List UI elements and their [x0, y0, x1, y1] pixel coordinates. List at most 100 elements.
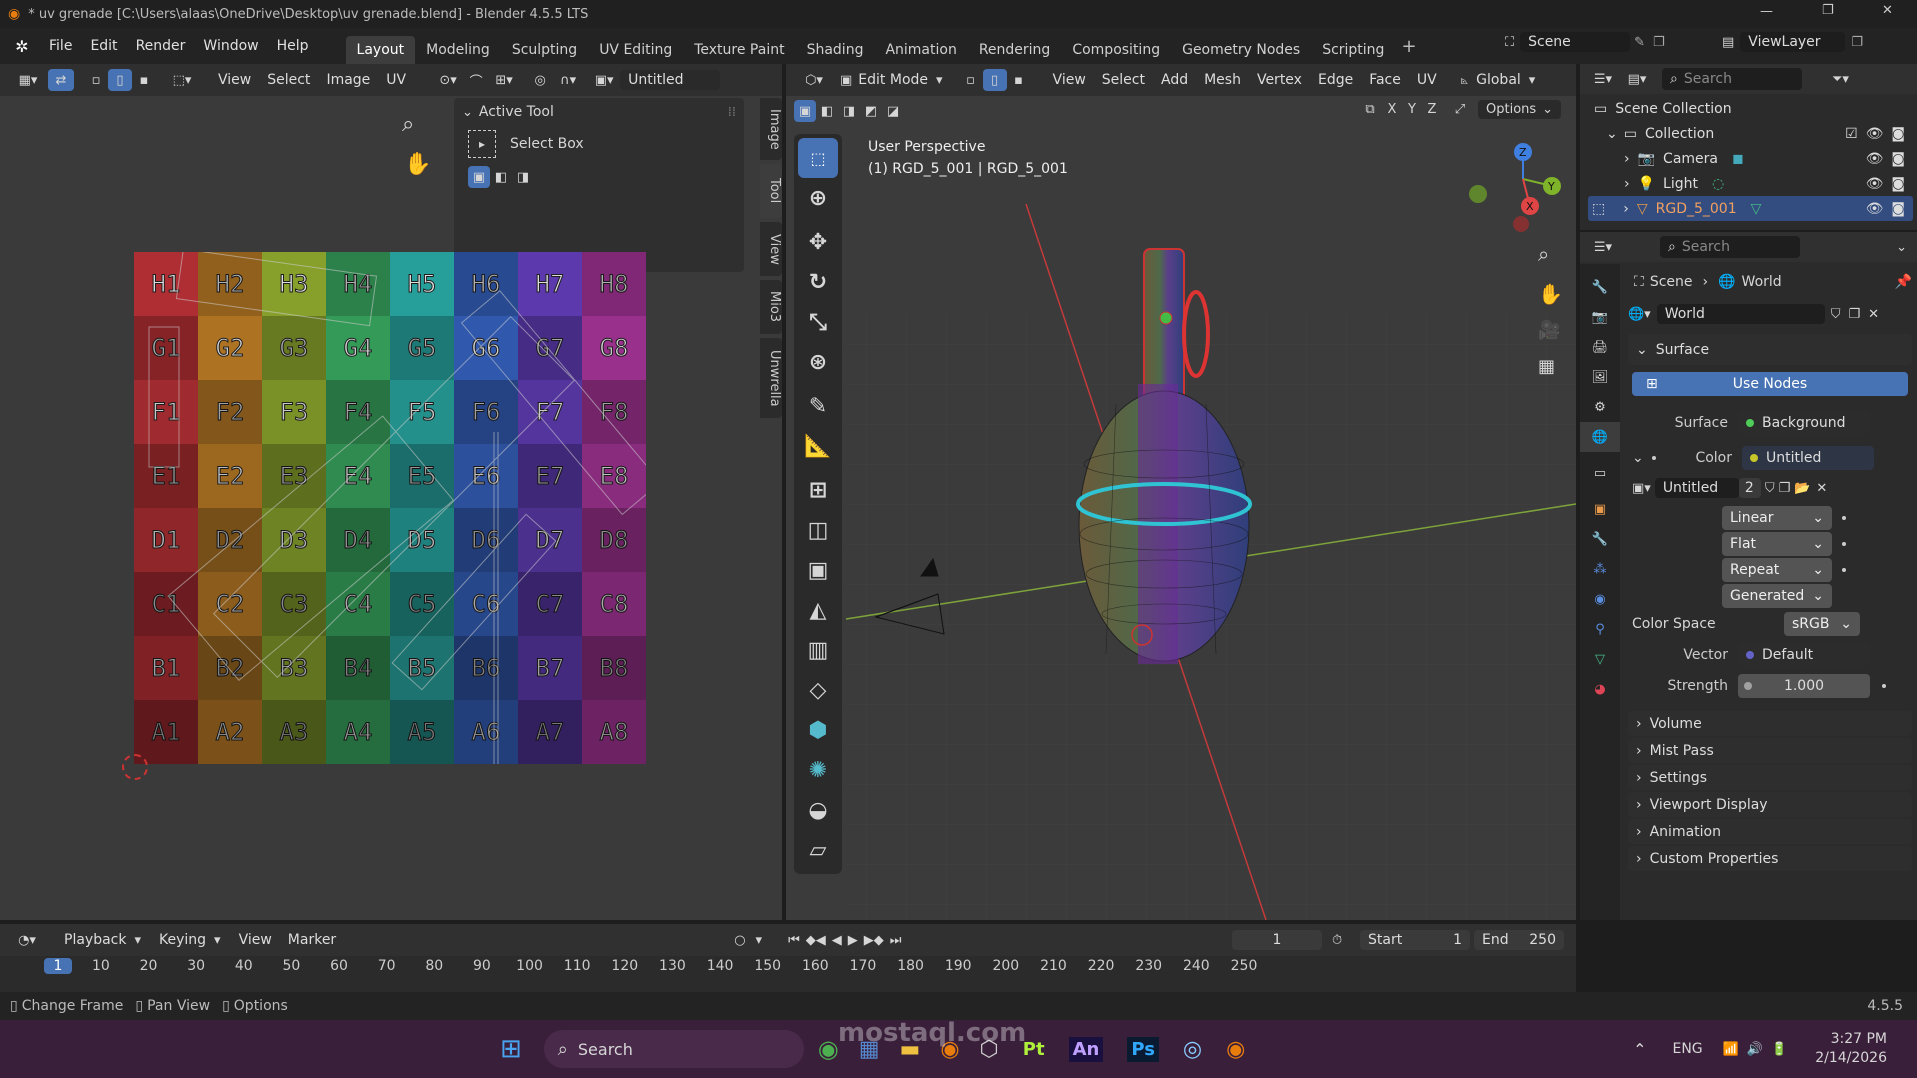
world-name-field[interactable]: World: [1656, 304, 1825, 324]
menu-render[interactable]: Render: [127, 38, 195, 54]
menu-edit[interactable]: Edit: [81, 38, 126, 54]
eye-icon[interactable]: 👁: [1866, 126, 1884, 142]
drag-handle-icon[interactable]: ⁞⁞: [728, 105, 736, 120]
pin-icon[interactable]: 📌: [1895, 274, 1912, 290]
display-mode-icon[interactable]: ▤▾: [1620, 72, 1654, 87]
add-workspace-icon[interactable]: +: [1401, 36, 1416, 57]
tab-view[interactable]: View: [760, 222, 782, 276]
chevron-down-icon[interactable]: ⌄: [462, 105, 473, 120]
pin-icon[interactable]: ✎: [1634, 35, 1645, 50]
object-tab-icon[interactable]: ▣: [1580, 494, 1620, 524]
strength-field[interactable]: 1.000: [1738, 673, 1870, 698]
menu-help[interactable]: Help: [268, 38, 318, 54]
photoshop-app-icon[interactable]: Ps: [1127, 1036, 1159, 1062]
timeline-menu-playback[interactable]: Playback: [56, 932, 134, 948]
menu-file[interactable]: File: [40, 38, 81, 54]
mode-subtract-icon[interactable]: ◨: [512, 170, 534, 185]
collection-tab-icon[interactable]: ▭: [1580, 458, 1620, 488]
marmoset-icon[interactable]: ◎: [1183, 1037, 1202, 1062]
timeline-menu-keying[interactable]: Keying: [151, 932, 214, 948]
volume-icon[interactable]: 🔊: [1747, 1042, 1763, 1057]
tool-tab-icon[interactable]: 🔧: [1580, 272, 1620, 302]
clock[interactable]: 3:27 PM 2/14/2026: [1815, 1030, 1887, 1068]
keyframe-dot-icon[interactable]: [1882, 683, 1886, 688]
end-frame-field[interactable]: End 250: [1474, 930, 1564, 950]
uv-islands-overlay[interactable]: [134, 252, 646, 764]
outliner-search-input[interactable]: Search: [1684, 71, 1732, 87]
tab-sculpting[interactable]: Sculpting: [501, 36, 588, 64]
chevron-right-icon[interactable]: ›: [1624, 151, 1630, 167]
uv-menu-select[interactable]: Select: [259, 72, 318, 88]
image-browse-icon[interactable]: ▣▾: [1632, 481, 1651, 496]
section-volume[interactable]: › Volume: [1628, 711, 1912, 736]
stopwatch-icon[interactable]: ⏱: [1332, 933, 1342, 948]
active-tool-title[interactable]: Active Tool: [479, 104, 554, 120]
uv-menu-view[interactable]: View: [210, 72, 259, 88]
section-animation[interactable]: › Animation: [1628, 819, 1912, 844]
keyframe-dot-icon[interactable]: [1842, 515, 1846, 520]
editor-type-icon[interactable]: ▦▾: [12, 73, 44, 88]
close-window-button[interactable]: ✕: [1882, 3, 1893, 18]
scene-collection-row[interactable]: ▭ Scene Collection: [1588, 96, 1913, 121]
battery-icon[interactable]: 🔋: [1771, 1042, 1787, 1057]
pan-icon[interactable]: ✋: [1538, 282, 1563, 306]
camera-view-icon[interactable]: 🎥: [1538, 320, 1560, 341]
proportional-edit-icon[interactable]: ◎: [526, 73, 554, 88]
world-tab-icon[interactable]: 🌐: [1580, 422, 1620, 452]
surface-field[interactable]: Background: [1738, 410, 1870, 435]
keyframe-dot-icon[interactable]: [1842, 567, 1846, 572]
zoom-icon[interactable]: ⌕: [402, 112, 414, 137]
tab-rendering[interactable]: Rendering: [968, 36, 1062, 64]
color-space-dropdown[interactable]: sRGB ⌄: [1784, 611, 1860, 636]
image-name-field[interactable]: Untitled: [1654, 478, 1739, 498]
eye-icon[interactable]: 👁: [1866, 176, 1884, 192]
section-mist-pass[interactable]: › Mist Pass: [1628, 738, 1912, 763]
face-select-icon[interactable]: ▪: [132, 73, 156, 88]
viewlayer-selector[interactable]: ▤ ViewLayer ❐: [1722, 32, 1863, 52]
world-browse-icon[interactable]: 🌐▾: [1628, 307, 1651, 322]
view-layer-tab-icon[interactable]: 🖼: [1580, 362, 1620, 392]
pan-icon[interactable]: ✋: [404, 152, 431, 177]
output-tab-icon[interactable]: 🖨: [1580, 332, 1620, 362]
tab-animation[interactable]: Animation: [874, 36, 967, 64]
timeline-menu-marker[interactable]: Marker: [280, 932, 344, 948]
use-nodes-button[interactable]: ⊞ Use Nodes: [1632, 372, 1908, 396]
editor-type-icon[interactable]: ☰▾: [1586, 72, 1620, 87]
render-camera-icon[interactable]: ◙: [1891, 126, 1905, 142]
tab-geometry-nodes[interactable]: Geometry Nodes: [1171, 36, 1311, 64]
image-browse-icon[interactable]: ▣▾: [588, 73, 620, 88]
outliner-item-light[interactable]: › 💡 Light ◌ 👁 ◙: [1588, 171, 1913, 196]
collection-row[interactable]: ⌄ ▭ Collection ☑ 👁 ◙: [1588, 121, 1913, 146]
constraints-tab-icon[interactable]: ⚲: [1580, 614, 1620, 644]
outliner-item-rgd[interactable]: ⬚ › ▽ RGD_5_001 ▽ 👁 ◙: [1588, 196, 1913, 221]
tab-mio3[interactable]: Mio3: [760, 280, 782, 334]
menu-window[interactable]: Window: [194, 38, 267, 54]
uv-menu-image[interactable]: Image: [318, 72, 378, 88]
keyframe-dot-icon[interactable]: [1842, 541, 1846, 546]
edge-select-icon[interactable]: ▯: [108, 69, 132, 91]
chevron-down-icon[interactable]: ⌄: [1896, 240, 1907, 255]
jump-end-icon[interactable]: ⏭: [890, 933, 902, 948]
tab-texture-paint[interactable]: Texture Paint: [683, 36, 795, 64]
tab-uv-editing[interactable]: UV Editing: [588, 36, 683, 64]
tray-chevron-icon[interactable]: ⌃: [1633, 1040, 1646, 1059]
tab-image[interactable]: Image: [760, 98, 782, 160]
current-frame-field[interactable]: 1: [1232, 930, 1322, 950]
zoom-icon[interactable]: ⌕: [1538, 242, 1549, 266]
minimize-button[interactable]: —: [1760, 4, 1773, 19]
timeline-ruler[interactable]: 1 10 20 30 40 50 60 70 80 90 100 110 120 130 140 150 160…: [0, 958, 1576, 982]
uv-menu-uv[interactable]: UV: [378, 72, 414, 88]
chevron-right-icon[interactable]: ›: [1623, 201, 1629, 217]
animate-app-icon[interactable]: An: [1068, 1036, 1104, 1062]
scene-name[interactable]: Scene: [1520, 32, 1631, 52]
pivot-icon[interactable]: ⊙▾: [432, 73, 464, 88]
render-camera-icon[interactable]: ◙: [1891, 201, 1905, 217]
timeline-menu-view[interactable]: View: [231, 932, 280, 948]
section-viewport-display[interactable]: › Viewport Display: [1628, 792, 1912, 817]
vertex-select-icon[interactable]: ▫: [84, 73, 108, 88]
play-icon[interactable]: ▶: [848, 933, 858, 948]
falloff-icon[interactable]: ∩▾: [554, 73, 582, 88]
tab-scripting[interactable]: Scripting: [1311, 36, 1395, 64]
unlink-image-icon[interactable]: ✕: [1816, 481, 1827, 496]
sync-selection-icon[interactable]: ⇄: [48, 69, 74, 91]
